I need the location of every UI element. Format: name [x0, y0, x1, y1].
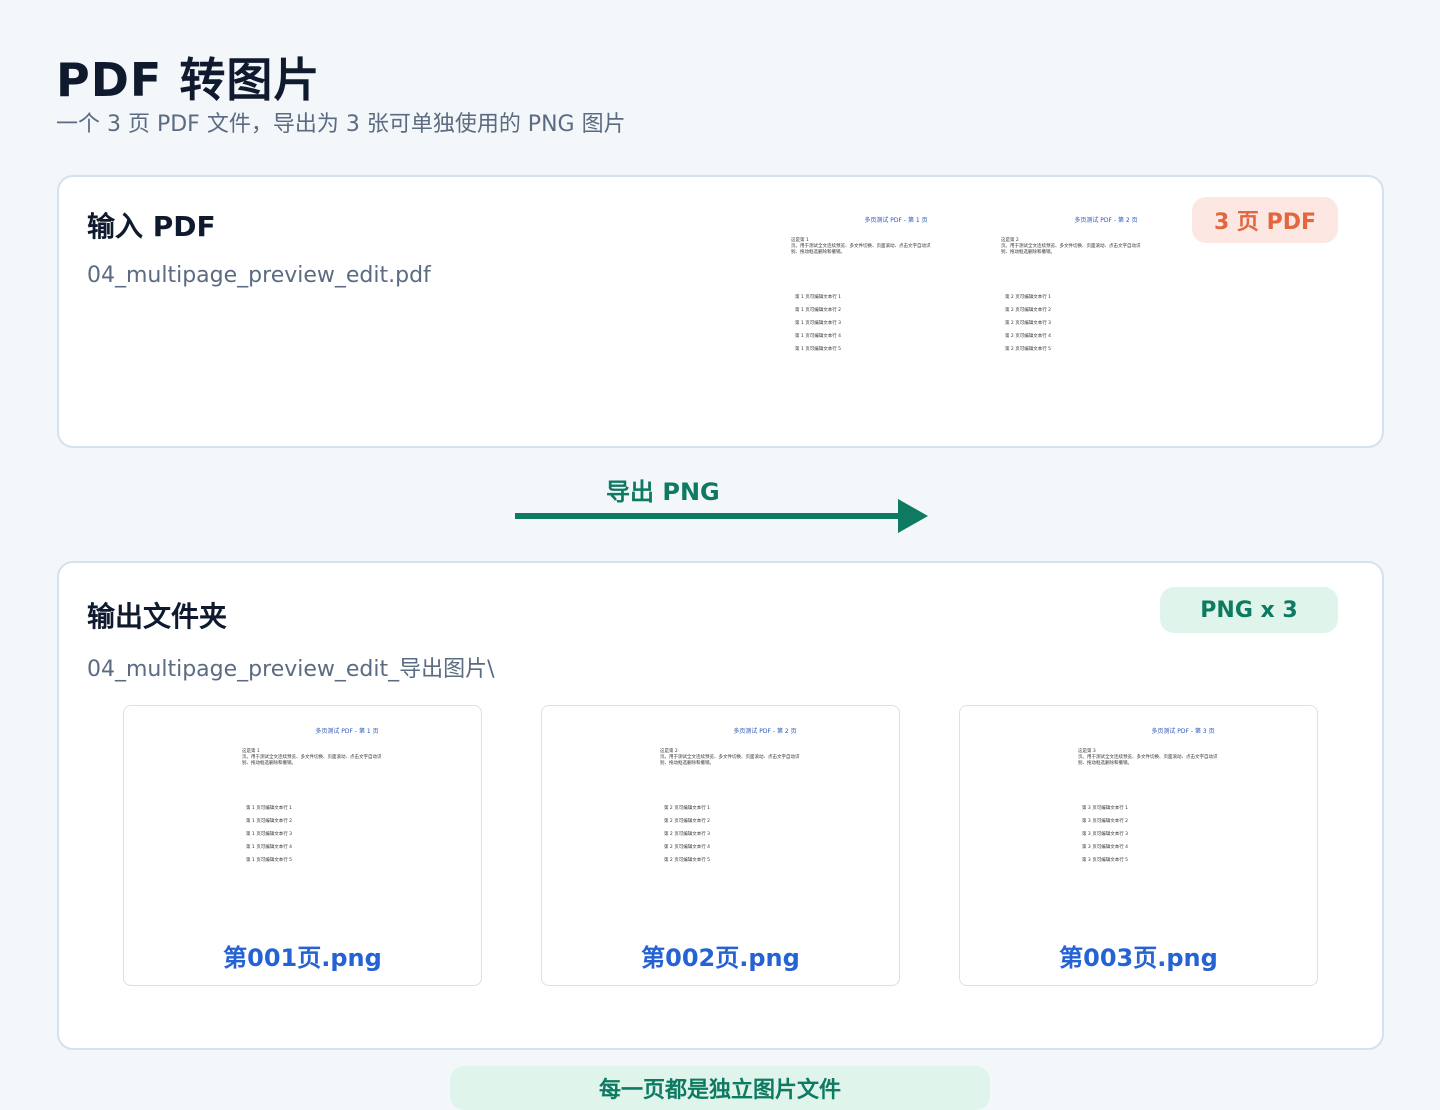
- page-text-line: 第 2 页可编辑文本行 4: [1005, 334, 1052, 339]
- image-filename: 第002页.png: [641, 944, 800, 972]
- page-text-line: 第 1 页可编辑文本行 1: [795, 295, 842, 300]
- page-subtitle: 一个 3 页 PDF 文件，导出为 3 张可单独使用的 PNG 图片: [56, 112, 626, 137]
- page-text-lines: 第 2 页可编辑文本行 1 第 2 页可编辑文本行 2 第 2 页可编辑文本行 …: [660, 805, 870, 870]
- page-text-line: 第 2 页可编辑文本行 2: [1005, 308, 1052, 313]
- page-body-line: 别、拖动框选删除和撤销。: [242, 761, 296, 766]
- page-heading: 多页测试 PDF - 第 3 页: [1151, 728, 1215, 735]
- page-body: 这是第 2 页。用于测试全文连续预览、多文件切换、页面滚动、点击文字自动识 别、…: [1001, 238, 1211, 256]
- page-heading: 多页测试 PDF - 第 2 页: [733, 728, 797, 735]
- page-body: 这是第 1 页。用于测试全文连续预览、多文件切换、页面滚动、点击文字自动识 别、…: [242, 749, 452, 767]
- input-card-title: 输入 PDF: [87, 210, 216, 243]
- page-text-line: 第 3 页可编辑文本行 4: [1082, 845, 1129, 850]
- page-text-line: 第 1 页可编辑文本行 3: [795, 321, 842, 326]
- page-text-line: 第 1 页可编辑文本行 4: [246, 845, 293, 850]
- input-filename: 04_multipage_preview_edit.pdf: [87, 263, 431, 288]
- page-text-line: 第 1 页可编辑文本行 5: [246, 858, 293, 863]
- page-heading: 多页测试 PDF - 第 1 页: [315, 728, 379, 735]
- page-preview: 多页测试 PDF - 第 3 页 这是第 3 页。用于测试全文连续预览、多文件切…: [1078, 726, 1288, 916]
- page-text-line: 第 1 页可编辑文本行 4: [795, 334, 842, 339]
- page-text-lines: 第 3 页可编辑文本行 1 第 3 页可编辑文本行 2 第 3 页可编辑文本行 …: [1078, 805, 1288, 870]
- output-image-thumb-3[interactable]: 多页测试 PDF - 第 3 页 这是第 3 页。用于测试全文连续预览、多文件切…: [959, 705, 1318, 986]
- page-text-line: 第 1 页可编辑文本行 2: [795, 308, 842, 313]
- output-image-thumb-2[interactable]: 多页测试 PDF - 第 2 页 这是第 2 页。用于测试全文连续预览、多文件切…: [541, 705, 900, 986]
- page-text-lines: 第 1 页可编辑文本行 1 第 1 页可编辑文本行 2 第 1 页可编辑文本行 …: [791, 294, 1001, 359]
- page-text-line: 第 3 页可编辑文本行 2: [1082, 819, 1129, 824]
- page-preview: 多页测试 PDF - 第 1 页 这是第 1 页。用于测试全文连续预览、多文件切…: [242, 726, 452, 916]
- page-text-lines: 第 1 页可编辑文本行 1 第 1 页可编辑文本行 2 第 1 页可编辑文本行 …: [242, 805, 452, 870]
- page-body: 这是第 2 页。用于测试全文连续预览、多文件切换、页面滚动、点击文字自动识 别、…: [660, 749, 870, 767]
- page-text-line: 第 2 页可编辑文本行 1: [1005, 295, 1052, 300]
- image-filename: 第003页.png: [1059, 944, 1218, 972]
- footer-note: 每一页都是独立图片文件: [450, 1066, 990, 1110]
- page-text-line: 第 2 页可编辑文本行 4: [664, 845, 711, 850]
- page-text-line: 第 3 页可编辑文本行 3: [1082, 832, 1129, 837]
- page-text-line: 第 2 页可编辑文本行 2: [664, 819, 711, 824]
- output-image-thumb-1[interactable]: 多页测试 PDF - 第 1 页 这是第 1 页。用于测试全文连续预览、多文件切…: [123, 705, 482, 986]
- output-card-title: 输出文件夹: [87, 600, 228, 633]
- page-body-line: 别、拖动框选删除和撤销。: [791, 250, 845, 255]
- page-title: PDF 转图片: [56, 53, 321, 107]
- page-body-line: 别、拖动框选删除和撤销。: [660, 761, 714, 766]
- page-text-line: 第 3 页可编辑文本行 1: [1082, 806, 1129, 811]
- page-text-line: 第 2 页可编辑文本行 5: [1005, 347, 1052, 352]
- page-text-line: 第 2 页可编辑文本行 1: [664, 806, 711, 811]
- output-folder-path: 04_multipage_preview_edit_导出图片\: [87, 657, 495, 682]
- page-text-line: 第 2 页可编辑文本行 5: [664, 858, 711, 863]
- page-body-line: 别、拖动框选删除和撤销。: [1001, 250, 1055, 255]
- page-text-line: 第 1 页可编辑文本行 5: [795, 347, 842, 352]
- input-page-preview-1: 多页测试 PDF - 第 1 页 这是第 1 页。用于测试全文连续预览、多文件切…: [791, 215, 1001, 405]
- page-text-line: 第 3 页可编辑文本行 5: [1082, 858, 1129, 863]
- page-preview: 多页测试 PDF - 第 2 页 这是第 2 页。用于测试全文连续预览、多文件切…: [660, 726, 870, 916]
- output-folder-card: 输出文件夹 04_multipage_preview_edit_导出图片\ PN…: [57, 561, 1384, 1050]
- page-text-line: 第 1 页可编辑文本行 1: [246, 806, 293, 811]
- png-count-badge: PNG x 3: [1160, 587, 1338, 633]
- page-text-lines: 第 2 页可编辑文本行 1 第 2 页可编辑文本行 2 第 2 页可编辑文本行 …: [1001, 294, 1211, 359]
- page-heading: 多页测试 PDF - 第 1 页: [864, 217, 928, 224]
- page-body: 这是第 3 页。用于测试全文连续预览、多文件切换、页面滚动、点击文字自动识 别、…: [1078, 749, 1288, 767]
- page-heading: 多页测试 PDF - 第 2 页: [1074, 217, 1138, 224]
- page-text-line: 第 2 页可编辑文本行 3: [1005, 321, 1052, 326]
- export-arrow-icon: [515, 499, 928, 533]
- input-page-preview-2: 多页测试 PDF - 第 2 页 这是第 2 页。用于测试全文连续预览、多文件切…: [1001, 215, 1211, 405]
- page-body-line: 别、拖动框选删除和撤销。: [1078, 761, 1132, 766]
- page-text-line: 第 1 页可编辑文本行 2: [246, 819, 293, 824]
- input-pdf-card: 输入 PDF 04_multipage_preview_edit.pdf 多页测…: [57, 175, 1384, 448]
- page-text-line: 第 1 页可编辑文本行 3: [246, 832, 293, 837]
- page-body: 这是第 1 页。用于测试全文连续预览、多文件切换、页面滚动、点击文字自动识 别、…: [791, 238, 1001, 256]
- page-text-line: 第 2 页可编辑文本行 3: [664, 832, 711, 837]
- page-count-badge: 3 页 PDF: [1192, 197, 1338, 243]
- image-filename: 第001页.png: [223, 944, 382, 972]
